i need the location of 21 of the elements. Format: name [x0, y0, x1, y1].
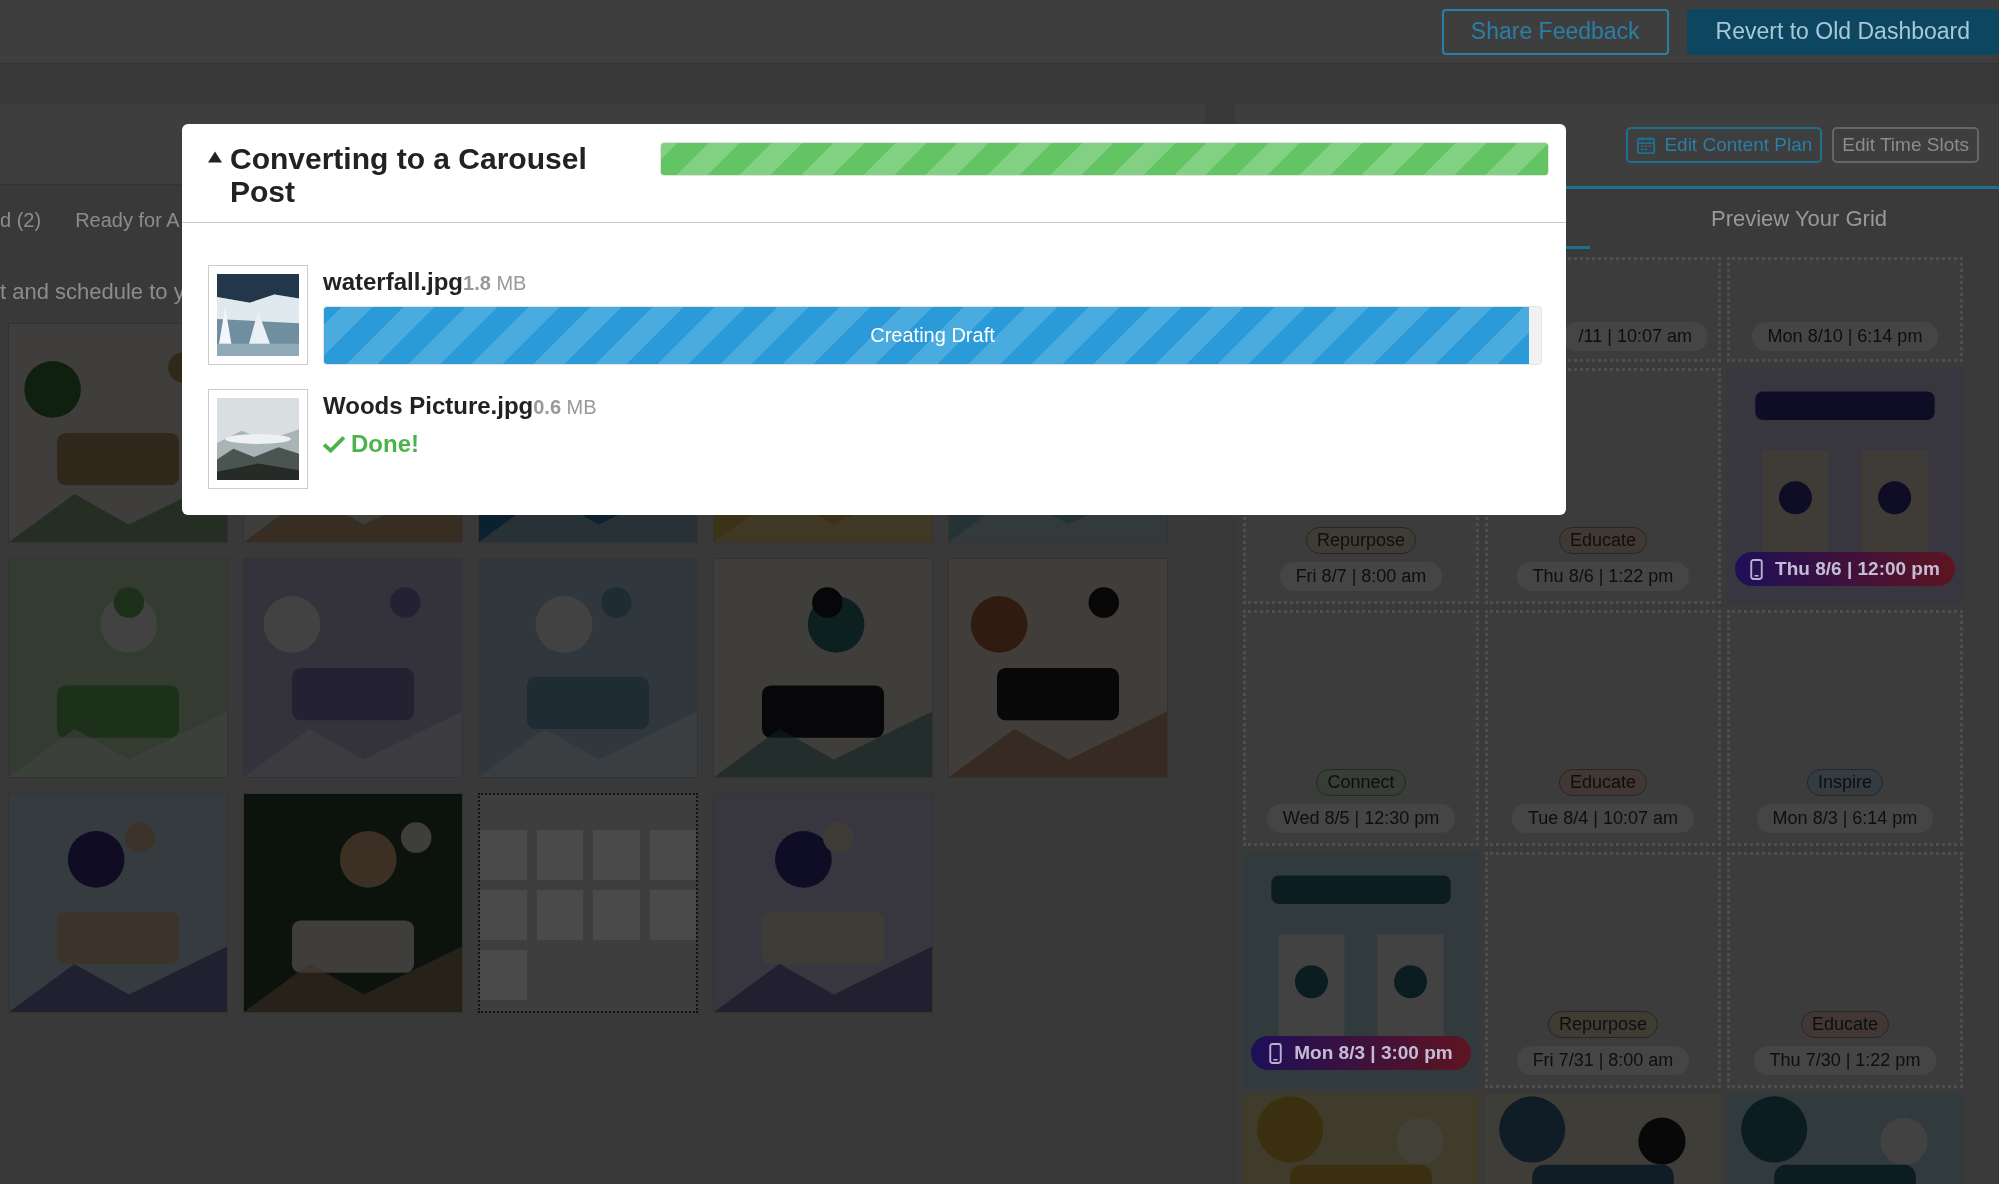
- slot-time: Mon 8/3 | 6:14 pm: [1756, 804, 1934, 833]
- slot-time: Mon 8/10 | 6:14 pm: [1751, 322, 1939, 351]
- file-size: 1.8 MB: [463, 272, 527, 294]
- revert-dashboard-button[interactable]: Revert to Old Dashboard: [1686, 8, 1999, 55]
- phone-icon: [1269, 1042, 1283, 1064]
- calendar-icon: [1636, 135, 1657, 155]
- slot-time: Wed 8/5 | 12:30 pm: [1266, 804, 1456, 833]
- dialog-title: Converting to a Carousel Post: [230, 142, 588, 208]
- edit-button[interactable]: Edit Content Plan: [1626, 127, 1823, 163]
- file-size: 0.6 MB: [533, 396, 597, 418]
- tab[interactable]: d (2): [0, 209, 42, 235]
- schedule-time: Thu 8/6 | 12:00 pm: [1775, 558, 1940, 580]
- schedule-time: Mon 8/3 | 3:00 pm: [1294, 1042, 1453, 1064]
- edit-button[interactable]: Edit Time Slots: [1832, 127, 1979, 163]
- share-feedback-button[interactable]: Share Feedback: [1441, 8, 1669, 55]
- caret-icon[interactable]: [208, 151, 222, 163]
- tab[interactable]: Ready for A: [75, 209, 180, 235]
- tab[interactable]: Preview Your Grid: [1599, 206, 1999, 232]
- progress-label: Creating Draft: [869, 323, 996, 348]
- file-name: waterfall.jpg: [323, 268, 464, 295]
- phone-icon: [1750, 558, 1764, 580]
